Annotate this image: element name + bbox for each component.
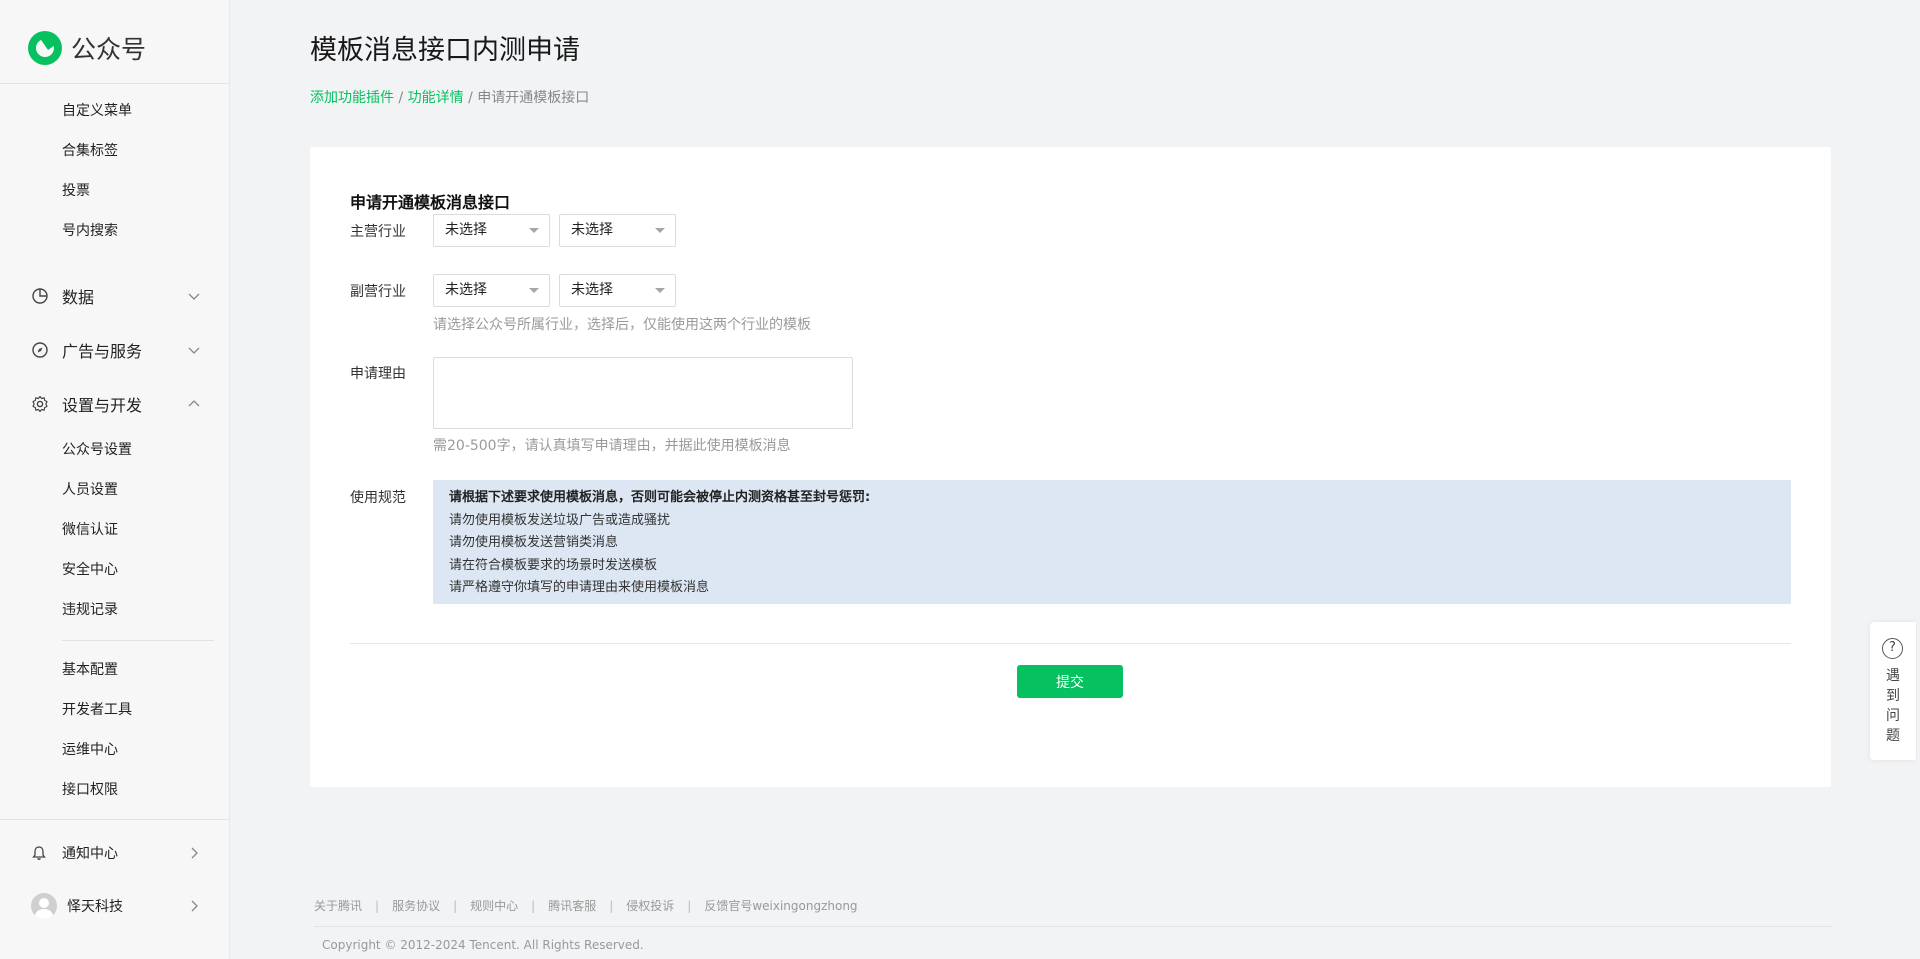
footer-separator: | <box>531 898 536 913</box>
page-title: 模板消息接口内测申请 <box>310 35 580 66</box>
caret-down-icon <box>529 228 539 233</box>
compass-icon <box>32 342 48 358</box>
sidebar-item-search[interactable]: 号内搜索 <box>62 221 118 241</box>
footer-link-feedback[interactable]: 反馈官号weixingongzhong <box>704 897 857 914</box>
sidebar-account[interactable]: 怿天科技 <box>31 891 201 921</box>
gear-icon <box>32 395 48 413</box>
footer-link-infringement[interactable]: 侵权投诉 <box>626 897 674 914</box>
notifications-label: 通知中心 <box>62 846 118 862</box>
footer-link-customer-service[interactable]: 腾讯客服 <box>548 897 596 914</box>
reason-textarea[interactable] <box>433 357 853 429</box>
footer-separator: | <box>609 898 614 913</box>
sidebar-item-api-permissions[interactable]: 接口权限 <box>62 780 118 800</box>
select-value: 未选择 <box>571 282 613 298</box>
sidebar-item-violations[interactable]: 违规记录 <box>62 600 118 620</box>
chevron-right-icon <box>191 900 198 912</box>
footer-separator: | <box>375 898 380 913</box>
breadcrumb-feature-details[interactable]: 功能详情 <box>408 90 464 106</box>
footer-link-service-agreement[interactable]: 服务协议 <box>392 897 440 914</box>
sidebar-item-collection-tags[interactable]: 合集标签 <box>62 141 118 161</box>
submit-button[interactable]: 提交 <box>1017 665 1123 698</box>
footer-separator: | <box>453 898 458 913</box>
select-value: 未选择 <box>571 222 613 238</box>
sidebar-subdivider <box>62 640 214 641</box>
footer-separator: | <box>687 898 692 913</box>
rules-heading: 请根据下述要求使用模板消息，否则可能会被停止内测资格甚至封号惩罚: <box>449 490 871 505</box>
sidebar-group-label: 设置与开发 <box>62 396 143 415</box>
sidebar-group-data[interactable]: 数据 <box>31 284 201 308</box>
chevron-right-icon <box>191 847 198 859</box>
caret-down-icon <box>655 288 665 293</box>
sub-industry-select-secondary[interactable]: 未选择 <box>559 274 676 307</box>
select-value: 未选择 <box>445 282 487 298</box>
sidebar-notifications[interactable]: 通知中心 <box>31 838 201 868</box>
caret-down-icon <box>655 228 665 233</box>
sidebar-group-label: 广告与服务 <box>62 342 143 361</box>
footer-link-about[interactable]: 关于腾讯 <box>314 897 362 914</box>
sub-industry-select-primary[interactable]: 未选择 <box>433 274 550 307</box>
breadcrumb-separator: / <box>468 90 473 106</box>
question-circle-icon: ? <box>1882 638 1903 659</box>
application-card: 申请开通模板消息接口 主营行业 未选择 未选择 副营行业 未选择 未选择 请选择… <box>310 147 1831 787</box>
section-title: 申请开通模板消息接口 <box>350 193 511 212</box>
help-widget[interactable]: ? 遇到问题 <box>1870 622 1916 760</box>
rules-item: 请严格遵守你填写的申请理由来使用模板消息 <box>449 580 710 595</box>
help-label: 遇到问题 <box>1886 668 1900 744</box>
sub-industry-label: 副营行业 <box>350 284 406 300</box>
chevron-down-icon <box>188 293 200 300</box>
industry-hint: 请选择公众号所属行业，选择后，仅能使用这两个行业的模板 <box>433 317 811 333</box>
rules-item: 请在符合模板要求的场景时发送模板 <box>449 557 658 573</box>
sidebar-group-ads[interactable]: 广告与服务 <box>31 338 201 362</box>
sidebar-item-ops-center[interactable]: 运维中心 <box>62 740 118 760</box>
sidebar-item-vote[interactable]: 投票 <box>62 181 90 201</box>
sidebar: 公众号 自定义菜单 合集标签 投票 号内搜索 数据 广告与服务 设置与开发 公众… <box>0 0 230 959</box>
form-divider <box>350 643 1791 644</box>
main-industry-label: 主营行业 <box>350 224 406 240</box>
bell-icon <box>32 846 46 860</box>
rules-item: 请勿使用模板发送营销类消息 <box>449 535 619 550</box>
brand-logo[interactable]: 公众号 <box>28 30 146 66</box>
sidebar-item-account-settings[interactable]: 公众号设置 <box>62 440 132 460</box>
select-value: 未选择 <box>445 222 487 238</box>
brand-name: 公众号 <box>71 35 147 64</box>
sidebar-item-dev-tools[interactable]: 开发者工具 <box>62 700 132 720</box>
wechat-logo-icon <box>28 31 62 65</box>
footer-link-rules-center[interactable]: 规则中心 <box>470 897 518 914</box>
copyright: Copyright © 2012-2024 Tencent. All Right… <box>322 938 644 952</box>
sidebar-item-verification[interactable]: 微信认证 <box>62 520 118 540</box>
sidebar-item-basic-config[interactable]: 基本配置 <box>62 660 118 680</box>
caret-down-icon <box>529 288 539 293</box>
breadcrumb-current: 申请开通模板接口 <box>477 90 590 106</box>
sidebar-divider <box>0 819 230 820</box>
breadcrumb: 添加功能插件 / 功能详情 / 申请开通模板接口 <box>310 87 589 107</box>
rules-item: 请勿使用模板发送垃圾广告或造成骚扰 <box>449 512 671 528</box>
sidebar-item-security-center[interactable]: 安全中心 <box>62 560 118 580</box>
chevron-down-icon <box>188 347 200 354</box>
sidebar-divider <box>0 83 230 84</box>
rules-label: 使用规范 <box>350 490 406 506</box>
breadcrumb-separator: / <box>398 90 404 106</box>
main-industry-select-secondary[interactable]: 未选择 <box>559 214 676 247</box>
avatar <box>31 893 57 919</box>
breadcrumb-add-plugin[interactable]: 添加功能插件 <box>310 90 394 106</box>
chevron-up-icon <box>188 400 200 407</box>
footer-divider <box>314 926 1832 927</box>
pie-chart-icon <box>32 288 48 304</box>
main-industry-select-primary[interactable]: 未选择 <box>433 214 550 247</box>
sidebar-item-custom-menu[interactable]: 自定义菜单 <box>62 101 132 121</box>
reason-hint: 需20-500字，请认真填写申请理由，并据此使用模板消息 <box>433 438 791 454</box>
sidebar-item-staff-settings[interactable]: 人员设置 <box>62 480 118 500</box>
account-name: 怿天科技 <box>67 899 123 915</box>
sidebar-group-settings[interactable]: 设置与开发 <box>31 392 201 416</box>
sidebar-group-label: 数据 <box>62 288 95 307</box>
rules-box: 请根据下述要求使用模板消息，否则可能会被停止内测资格甚至封号惩罚: 请勿使用模板… <box>433 480 1791 604</box>
footer-links: 关于腾讯 | 服务协议 | 规则中心 | 腾讯客服 | 侵权投诉 | 反馈官号w… <box>314 897 858 914</box>
reason-label: 申请理由 <box>350 366 406 382</box>
